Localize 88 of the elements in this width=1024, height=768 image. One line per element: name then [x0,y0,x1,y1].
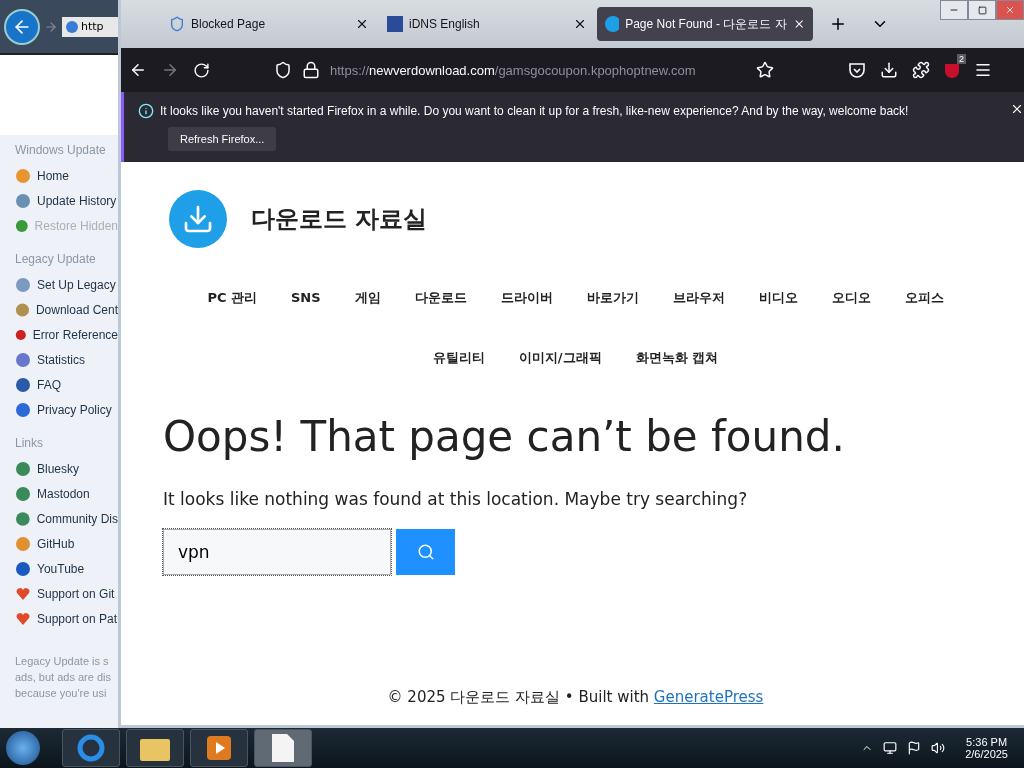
sidebar-link[interactable]: Statistics [37,352,85,367]
sidebar-link[interactable]: Support on Git [37,586,115,601]
heart-icon [15,585,31,602]
nav-link[interactable]: 오피스 [887,268,961,328]
nav-link[interactable]: 바로가기 [569,268,656,328]
maximize-icon [977,5,987,15]
footer-link[interactable]: GeneratePress [653,688,764,706]
sidebar-link[interactable]: Support on Pat [37,611,118,626]
sidebar-link[interactable]: Home [37,168,69,183]
close-icon[interactable] [355,17,369,31]
clock[interactable]: 5:36 PM 2/6/2025 [965,736,1008,760]
close-icon[interactable] [573,17,587,31]
pocket-icon[interactable] [848,61,866,79]
download-icon[interactable] [880,61,898,79]
section-heading: Links [15,436,44,450]
browser-tab[interactable]: Blocked Page [161,7,377,41]
nav-link[interactable]: 브라우저 [655,268,742,328]
menu-icon[interactable] [974,61,992,79]
sidebar-link[interactable]: Bluesky [37,461,80,476]
shield-icon [169,16,185,32]
forward-icon[interactable] [44,19,58,34]
sidebar-link[interactable]: Error Reference [32,327,118,342]
page-text: It looks like nothing was found at this location. Maybe try searching? [163,489,749,509]
extensions-icon[interactable] [912,61,930,79]
nav-link[interactable]: 화면녹화 캡쳐 [618,328,736,388]
url-text[interactable]: https://newverdownload.com/gamsgocoupon.kpophoptnew.com [330,62,696,78]
sidebar-link[interactable]: FAQ [37,377,61,392]
nav-link[interactable]: 드라이버 [483,268,570,328]
nav-link[interactable]: 게임 [337,268,398,328]
footer-text: Legacy Update is s ads, but ads are dis because you're usi [15,654,112,701]
forward-icon[interactable] [161,61,179,79]
notification-text: It looks like you haven't started Firefox in a while. Do you want to clean it up for a fresh, like-new experience? And by the way, welcome back! [160,104,909,118]
flag-icon[interactable] [907,741,922,755]
globe-icon [66,20,78,33]
network-icon[interactable] [883,741,898,755]
minimize-button[interactable] [940,0,968,20]
sidebar-link[interactable]: YouTube [37,561,85,576]
heart-icon [15,610,31,627]
site-icon [605,16,620,32]
nav-link[interactable]: 이미지/그래픽 [501,328,619,388]
reload-icon[interactable] [193,61,210,79]
section-heading: Legacy Update [15,252,97,266]
nav-link[interactable]: 유틸리티 [415,328,502,388]
sidebar-link[interactable]: GitHub [37,536,75,551]
back-button[interactable] [4,8,40,45]
section-heading: Windows Update [15,143,107,157]
browser-icon [77,734,105,762]
taskbar-button[interactable] [126,729,184,767]
star-icon[interactable] [756,61,774,79]
page-heading: Oops! That page can’t be found. [163,412,846,461]
download-icon [182,203,214,235]
document-icon [272,734,294,762]
new-tab-icon[interactable] [829,15,847,33]
nav-link[interactable]: SNS [274,268,338,328]
close-icon [1005,5,1015,15]
refresh-button[interactable]: Refresh Firefox... [168,127,277,151]
site-title[interactable]: 다운로드 자료실 [251,203,428,235]
volume-icon[interactable] [931,741,946,755]
media-player-icon [207,736,231,760]
browser-tab[interactable]: iDNS English [379,7,595,41]
start-button[interactable] [6,731,40,765]
sidebar-link[interactable]: Set Up Legacy [37,277,116,292]
footer-text: © 2025 다운로드 자료실 • Built with GeneratePress [386,688,765,707]
search-field[interactable]: vpn [163,529,391,575]
sidebar-link[interactable]: Download Cent [35,302,118,317]
sidebar-link[interactable]: Mastodon [37,486,90,501]
nav-link[interactable]: 비디오 [741,268,815,328]
site-logo[interactable] [169,190,227,248]
info-icon [138,103,154,119]
shield-extension-icon[interactable] [944,62,960,78]
sidebar-link[interactable]: Community Dis [36,511,118,526]
lock-icon[interactable] [302,61,320,79]
taskbar-button[interactable] [190,729,248,767]
nav-link[interactable]: 오디오 [814,268,888,328]
search-icon [416,543,435,561]
nav-link[interactable]: 다운로드 [397,268,484,328]
shield-icon[interactable] [274,61,292,79]
site-icon [387,16,403,32]
sidebar-link[interactable]: Update History [37,193,117,208]
address-field[interactable]: http [62,16,118,37]
maximize-button[interactable] [968,0,996,20]
back-icon[interactable] [129,61,147,79]
close-icon[interactable] [1010,102,1024,116]
badge-count: 2 [957,54,966,64]
sidebar-link[interactable]: Privacy Policy [37,402,112,417]
taskbar-button[interactable] [254,729,312,767]
browser-tab[interactable]: Page Not Found - 다운로드 자 [597,7,813,41]
nav-link[interactable]: PC 관리 [190,268,274,328]
